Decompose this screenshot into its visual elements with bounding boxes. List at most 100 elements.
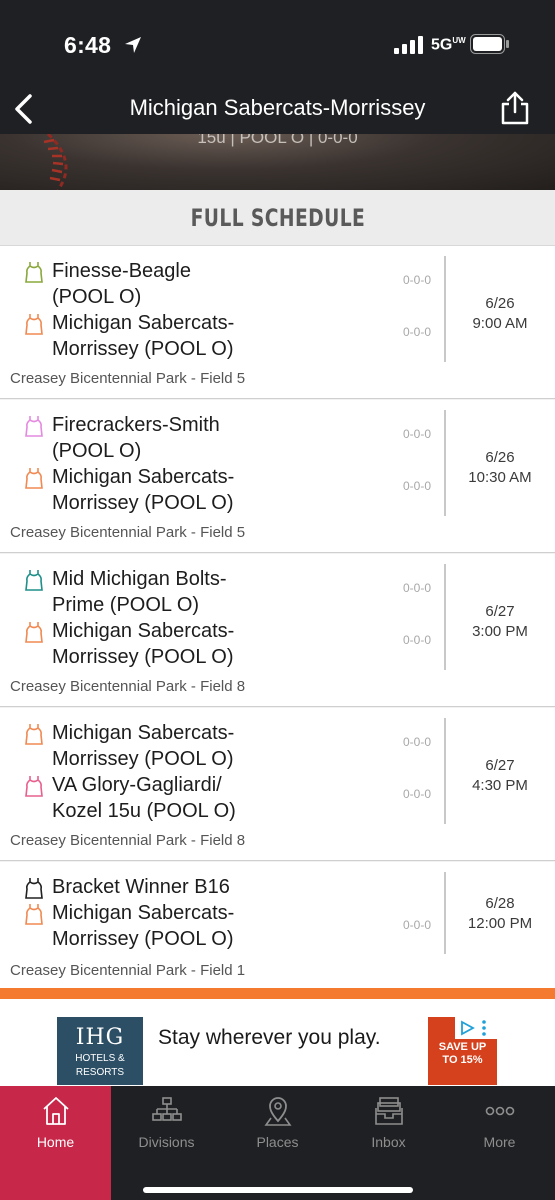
tab-inbox[interactable]: Inbox — [333, 1086, 444, 1200]
adchoices-icon — [461, 1020, 475, 1036]
ad-headline: Stay wherever you play. — [158, 1026, 381, 1049]
game-datetime: 6/26 10:30 AM — [450, 448, 550, 488]
team-entry: Michigan Sabercats- Morrissey (POOL O) — [0, 720, 440, 772]
tab-places[interactable]: Places — [222, 1086, 333, 1200]
jersey-icon — [25, 468, 43, 489]
game-venue: Creasey Bicentennial Park - Field 5 — [10, 524, 246, 541]
section-title: FULL SCHEDULE — [190, 203, 365, 232]
team-score: 0-0-0 — [403, 918, 432, 932]
team-entry: Firecrackers-Smith (POOL O) — [0, 412, 440, 464]
accent-bar — [0, 988, 555, 999]
game-venue: Creasey Bicentennial Park - Field 1 — [10, 962, 246, 979]
jersey-icon — [25, 416, 43, 437]
jersey-icon — [25, 622, 43, 643]
ad-choices[interactable] — [455, 1017, 497, 1039]
team-name-line: Michigan Sabercats- — [52, 620, 235, 642]
divider — [444, 872, 446, 954]
game-date: 6/28 — [485, 895, 515, 912]
game-card[interactable]: Michigan Sabercats- Morrissey (POOL O) 0… — [0, 708, 555, 861]
team-score: 0-0-0 — [403, 581, 432, 595]
network-indicator: 5GUW — [431, 36, 466, 54]
team-score: 0-0-0 — [403, 325, 432, 339]
ad-logo: IHG HOTELS & RESORTS — [57, 1017, 143, 1085]
game-time: 9:00 AM — [472, 315, 528, 332]
jersey-icon — [25, 724, 43, 745]
team-name-line: Michigan Sabercats- — [52, 466, 235, 488]
team-name-line: Finesse-Beagle — [52, 260, 191, 282]
team-entry: VA Glory-Gagliardi/ Kozel 15u (POOL O) — [0, 772, 440, 824]
team-score: 0-0-0 — [403, 633, 432, 647]
page-title: Michigan Sabercats-Morrissey — [129, 95, 426, 120]
ad-badge: SAVE UP TO 15% — [428, 1017, 497, 1085]
schedule-content: FULL SCHEDULE Finesse-Beagle (POOL O) 0-… — [0, 190, 555, 990]
team-score: 0-0-0 — [403, 273, 432, 287]
back-chevron-icon[interactable] — [10, 92, 40, 126]
game-venue: Creasey Bicentennial Park - Field 8 — [10, 832, 246, 849]
home-indicator — [143, 1187, 413, 1193]
divisions-icon — [152, 1097, 182, 1121]
team-name-line: Morrissey (POOL O) — [52, 748, 234, 770]
game-venue: Creasey Bicentennial Park - Field 8 — [10, 678, 246, 695]
game-date: 6/27 — [485, 603, 515, 620]
jersey-icon — [25, 314, 43, 335]
team-entry: Finesse-Beagle (POOL O) — [0, 258, 440, 310]
game-time: 4:30 PM — [472, 777, 528, 794]
tab-bar: Home Divisions Places Inbox More — [0, 1086, 555, 1200]
team-name-line: Michigan Sabercats- — [52, 902, 235, 924]
team-name-line: Morrissey (POOL O) — [52, 928, 234, 950]
advertisement[interactable]: IHG HOTELS & RESORTS Stay wherever you p… — [0, 999, 555, 1086]
team-name-line: Michigan Sabercats- — [52, 722, 235, 744]
more-options-icon — [482, 1020, 486, 1036]
team-name-line: Kozel 15u (POOL O) — [52, 800, 236, 822]
tab-divisions[interactable]: Divisions — [111, 1086, 222, 1200]
navigation-bar: Michigan Sabercats-Morrissey — [0, 84, 555, 134]
location-arrow-icon — [125, 37, 141, 53]
game-time: 12:00 PM — [467, 915, 533, 932]
divider — [444, 410, 446, 516]
divider — [444, 256, 446, 362]
team-name-line: VA Glory-Gagliardi/ — [52, 774, 222, 796]
status-bar: 6:48 5GUW — [0, 0, 555, 84]
team-banner: 15u | POOL O | 0-0-0 — [0, 134, 555, 190]
home-icon — [43, 1097, 69, 1125]
team-score: 0-0-0 — [403, 427, 432, 441]
places-icon — [264, 1097, 292, 1126]
team-name-line: Mid Michigan Bolts- — [52, 568, 227, 590]
game-card[interactable]: Mid Michigan Bolts- Prime (POOL O) 0-0-0… — [0, 554, 555, 707]
game-datetime: 6/28 12:00 PM — [450, 894, 550, 934]
team-name-line: Firecrackers-Smith — [52, 414, 220, 436]
game-card[interactable]: Finesse-Beagle (POOL O) 0-0-0 Michigan S… — [0, 246, 555, 399]
team-entry: Michigan Sabercats- Morrissey (POOL O) — [0, 618, 440, 670]
game-datetime: 6/27 3:00 PM — [450, 602, 550, 642]
jersey-icon — [25, 570, 43, 591]
divider — [444, 718, 446, 824]
game-datetime: 6/27 4:30 PM — [450, 756, 550, 796]
signal-icon — [394, 36, 423, 54]
team-entry: Mid Michigan Bolts- Prime (POOL O) — [0, 566, 440, 618]
jersey-icon — [25, 904, 43, 925]
team-entry: Michigan Sabercats- Morrissey (POOL O) — [0, 310, 440, 362]
team-entry: Michigan Sabercats- Morrissey (POOL O) — [0, 464, 440, 516]
game-date: 6/26 — [485, 295, 515, 312]
section-header: FULL SCHEDULE — [0, 190, 555, 246]
game-date: 6/26 — [485, 449, 515, 466]
share-icon[interactable] — [499, 90, 531, 126]
team-name-line: (POOL O) — [52, 286, 142, 308]
tab-home[interactable]: Home — [0, 1086, 111, 1200]
team-name-line: Morrissey (POOL O) — [52, 492, 234, 514]
game-venue: Creasey Bicentennial Park - Field 5 — [10, 370, 246, 387]
battery-icon — [470, 34, 509, 54]
team-name-line: Bracket Winner B16 — [52, 876, 230, 898]
jersey-icon — [25, 262, 43, 283]
divider — [444, 564, 446, 670]
game-card[interactable]: Bracket Winner B16 Michigan Sabercats- M… — [0, 862, 555, 990]
tab-more[interactable]: More — [444, 1086, 555, 1200]
game-card[interactable]: Firecrackers-Smith (POOL O) 0-0-0 Michig… — [0, 400, 555, 553]
game-time: 10:30 AM — [468, 469, 532, 486]
banner-subtitle: 15u | POOL O | 0-0-0 — [197, 134, 358, 147]
team-name-line: Prime (POOL O) — [52, 594, 200, 616]
team-score: 0-0-0 — [403, 479, 432, 493]
game-datetime: 6/26 9:00 AM — [450, 294, 550, 334]
team-entry: Michigan Sabercats- Morrissey (POOL O) — [0, 900, 440, 952]
more-icon — [485, 1106, 515, 1116]
